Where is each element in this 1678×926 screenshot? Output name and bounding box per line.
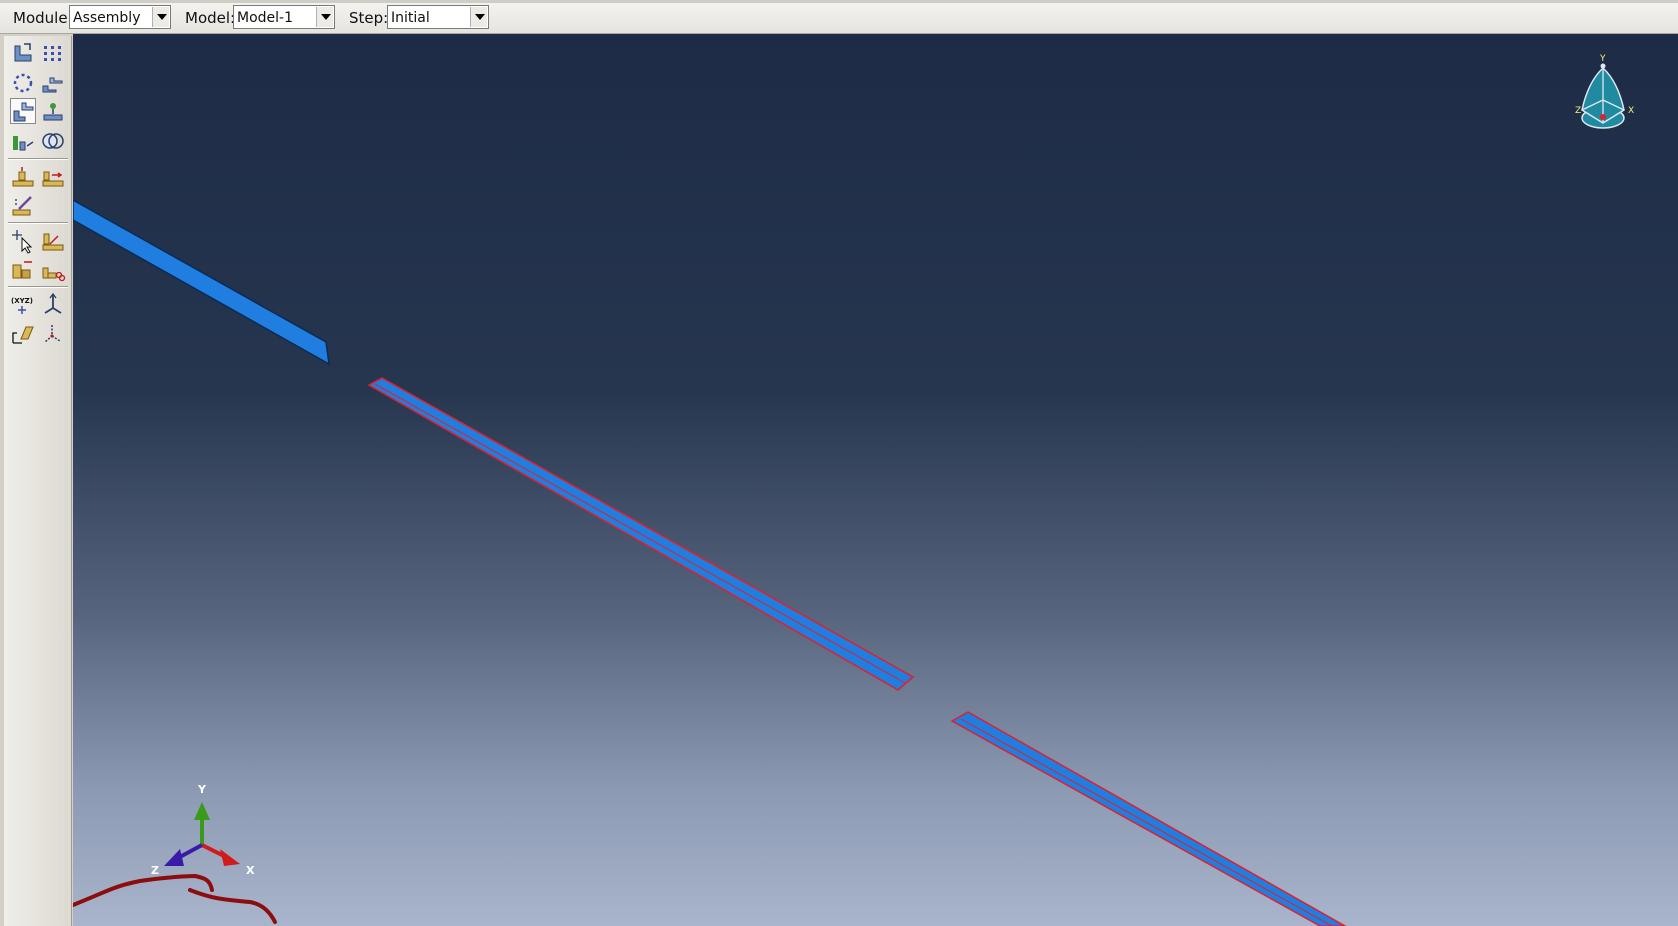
title-strip	[0, 0, 1678, 3]
step-value: Initial	[391, 10, 430, 26]
svg-text:(XYZ): (XYZ)	[11, 297, 33, 305]
hand-drawn-annotation	[73, 873, 277, 924]
query-icon[interactable]	[10, 228, 36, 254]
rotate-instance-icon[interactable]	[10, 98, 36, 124]
linear-pattern-icon[interactable]	[40, 40, 66, 66]
part-edge-line	[374, 383, 906, 684]
toolbox-divider	[8, 222, 68, 224]
selected-part-instance[interactable]	[950, 711, 1347, 926]
module-label: Module:	[13, 9, 73, 27]
step-select[interactable]: Initial	[387, 5, 489, 29]
merge-cut-instances-icon[interactable]	[40, 128, 66, 154]
datum-axis-icon[interactable]	[40, 292, 66, 318]
view-cube[interactable]: Y Z X	[1575, 54, 1634, 129]
toolbox-divider	[8, 286, 68, 288]
part-instance[interactable]	[73, 199, 330, 366]
assembly-scene[interactable]: Y Z X Y X Z	[73, 34, 1678, 926]
graphics-viewport[interactable]: Y Z X Y X Z	[73, 34, 1678, 926]
chevron-down-icon[interactable]	[152, 7, 169, 27]
triad-z-label: Z	[151, 864, 159, 877]
create-surface-icon[interactable]	[10, 256, 36, 282]
view-cube-x-label: X	[1628, 106, 1634, 116]
translate-to-icon[interactable]	[40, 98, 66, 124]
parallel-face-icon[interactable]	[10, 164, 36, 190]
triad-y-label: Y	[197, 783, 207, 796]
toolbox-divider	[8, 158, 68, 160]
datum-csys-icon[interactable]	[40, 321, 66, 347]
model-label: Model:	[185, 9, 236, 27]
radial-pattern-icon[interactable]	[10, 70, 36, 96]
context-bar: Module: Assembly Model: Model-1 Step: In…	[0, 0, 1678, 34]
datum-point-icon[interactable]: (XYZ)	[10, 292, 36, 318]
create-set-icon[interactable]	[40, 228, 66, 254]
translate-instance-icon[interactable]	[40, 70, 66, 96]
view-cube-z-label: Z	[1575, 106, 1581, 116]
model-select[interactable]: Model-1	[233, 5, 335, 29]
datum-plane-icon[interactable]	[10, 321, 36, 347]
view-cube-y-label: Y	[1599, 54, 1606, 64]
chevron-down-icon[interactable]	[470, 7, 487, 27]
edit-constraint-icon[interactable]	[10, 193, 36, 219]
part-edge-line	[960, 718, 1333, 926]
module-select[interactable]: Assembly	[69, 5, 171, 29]
convert-constraints-icon[interactable]	[10, 128, 36, 154]
module-value: Assembly	[73, 10, 141, 26]
partition-icon[interactable]	[40, 256, 66, 282]
assembly-toolbox: (XYZ)	[4, 36, 72, 926]
step-label: Step:	[349, 9, 389, 27]
create-instance-icon[interactable]	[10, 40, 36, 66]
face-to-face-icon[interactable]	[40, 164, 66, 190]
model-value: Model-1	[237, 10, 293, 26]
triad-x-label: X	[246, 864, 255, 877]
chevron-down-icon[interactable]	[316, 7, 333, 27]
coordinate-triad: Y X Z	[151, 783, 255, 877]
